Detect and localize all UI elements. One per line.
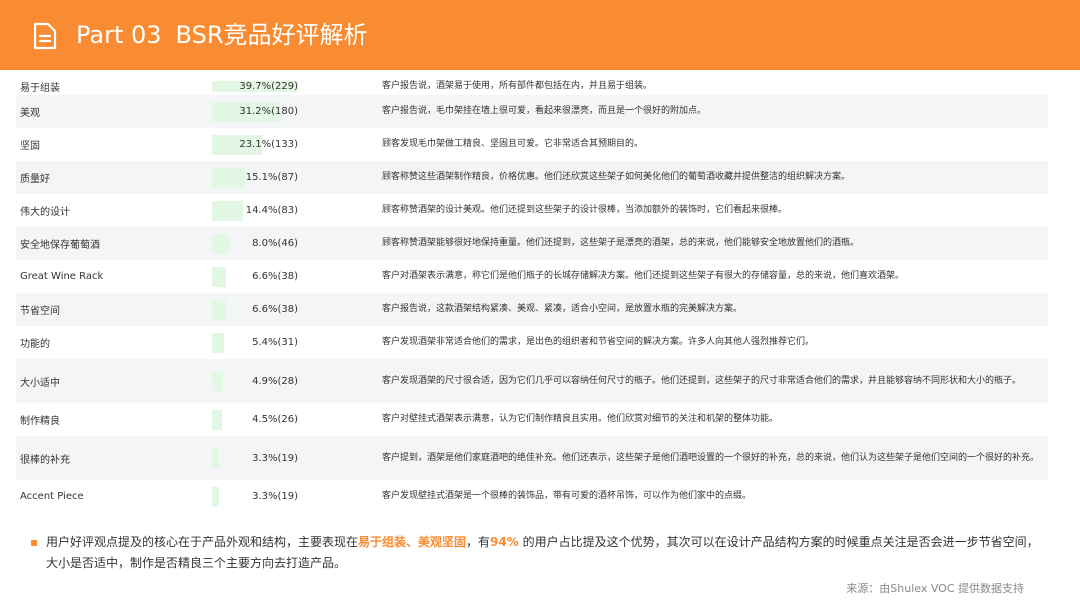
review-description: 顾客发现毛巾架做工精良、坚固且可爱。它非常适合其预期目的。 [382, 139, 644, 149]
feature-label: 伟大的设计 [20, 207, 70, 218]
table-row: Great Wine Rack 6.6%(38) 客户对酒架表示满意，称它们是他们瓶… [16, 260, 1048, 293]
feature-label: 坚固 [20, 141, 40, 152]
review-description: 客户报告说，酒架易于使用，所有部件都包括在内，并且易于组装。 [382, 81, 653, 91]
table-row: 美观 31.2%(180) 客户报告说，毛巾架挂在墙上很可爱，看起来很漂亮，而且是一… [16, 95, 1048, 128]
share-value: 6.6%(38) [252, 271, 298, 282]
header-bar: Part 03 BSR竞品好评解析 [0, 0, 1080, 70]
share-value: 15.1%(87) [245, 172, 298, 183]
table-row: 易于组装 39.7%(229) 客户报告说，酒架易于使用，所有部件都包括在内，并且易… [16, 78, 1048, 95]
summary-highlight-percent: 94% [490, 535, 519, 549]
share-value: 8.0%(46) [252, 238, 298, 249]
table-row: 伟大的设计 14.4%(83) 顾客称赞酒架的设计美观。他们还提到这些架子的设计很棒… [16, 194, 1048, 227]
feature-label: 质量好 [20, 174, 50, 185]
review-description: 顾客称赞酒架的设计美观。他们还提到这些架子的设计很棒，当添加额外的装饰时，它们看… [382, 205, 788, 215]
share-value: 39.7%(229) [239, 81, 298, 92]
part-label: Part 03 [76, 21, 162, 49]
table-row: 大小适中 4.9%(28) 客户发现酒架的尺寸很合适，因为它们几乎可以容纳任何尺寸的… [16, 359, 1048, 403]
feature-label: 功能的 [20, 339, 50, 350]
review-description: 客户提到，酒架是他们家庭酒吧的绝佳补充。他们还表示，这些架子是他们酒吧设置的一个… [382, 452, 1040, 463]
table-row: 节省空间 6.6%(38) 客户报告说，这款酒架结构紧凑、美观、紧凑，适合小空间，是… [16, 293, 1048, 326]
title-text: BSR竞品好评解析 [175, 21, 368, 49]
table-row: Accent Piece 3.3%(19) 客户发现壁挂式酒架是一个很棒的装饰品，带… [16, 480, 1048, 513]
share-value: 4.5%(26) [252, 414, 298, 425]
share-value: 23.1%(133) [239, 139, 298, 150]
summary-text: 用户好评观点提及的核心在于产品外观和结构，主要表现在易于组装、美观坚固，有94%… [46, 532, 1040, 574]
feature-label: Accent Piece [20, 491, 84, 502]
share-value: 14.4%(83) [245, 205, 298, 216]
table-row: 功能的 5.4%(31) 客户发现酒架非常适合他们的需求，是出色的组织者和节省空间的… [16, 326, 1048, 359]
share-value: 6.6%(38) [252, 304, 298, 315]
summary-paragraph: ▪ 用户好评观点提及的核心在于产品外观和结构，主要表现在易于组装、美观坚固，有9… [30, 532, 1040, 574]
feature-label: 美观 [20, 108, 40, 119]
table-row: 制作精良 4.5%(26) 客户对壁挂式酒架表示满意，认为它们制作精良且实用。他们欣… [16, 403, 1048, 436]
feature-label: 易于组装 [20, 83, 60, 94]
feature-label: Great Wine Rack [20, 271, 104, 282]
feature-label: 安全地保存葡萄酒 [20, 240, 100, 251]
review-description: 客户报告说，这款酒架结构紧凑、美观、紧凑，适合小空间，是放置水瓶的完美解决方案。 [382, 304, 743, 314]
share-value: 3.3%(19) [252, 452, 298, 464]
share-value: 4.9%(28) [252, 375, 298, 387]
review-description: 客户报告说，毛巾架挂在墙上很可爱，看起来很漂亮，而且是一个很好的附加点。 [382, 106, 707, 116]
feature-label: 很棒的补充 [20, 454, 70, 466]
source-note: 来源：由Shulex VOC 提供数据支持 [846, 582, 1024, 595]
feature-label: 节省空间 [20, 306, 60, 317]
review-description: 客户发现壁挂式酒架是一个很棒的装饰品，带有可爱的酒杯吊饰，可以作为他们家中的点缀… [382, 491, 752, 501]
table-row: 很棒的补充 3.3%(19) 客户提到，酒架是他们家庭酒吧的绝佳补充。他们还表示，这… [16, 436, 1048, 480]
review-description: 顾客称赞酒架能够很好地保持重量。他们还提到，这些架子是漂亮的酒架，总的来说，他们… [382, 238, 860, 248]
table-row: 安全地保存葡萄酒 8.0%(46) 顾客称赞酒架能够很好地保持重量。他们还提到，这些… [16, 227, 1048, 260]
table-row: 质量好 15.1%(87) 顾客称赞这些酒架制作精良，价格优惠。他们还欣赏这些架子如… [16, 161, 1048, 194]
share-value: 3.3%(19) [252, 491, 298, 502]
review-description: 客户发现酒架的尺寸很合适，因为它们几乎可以容纳任何尺寸的瓶子。他们还提到，这些架… [382, 375, 1022, 386]
share-value: 31.2%(180) [239, 106, 298, 117]
table-row: 坚固 23.1%(133) 顾客发现毛巾架做工精良、坚固且可爱。它非常适合其预期目的… [16, 128, 1048, 161]
review-description: 客户发现酒架非常适合他们的需求，是出色的组织者和节省空间的解决方案。许多人向其他… [382, 337, 815, 347]
summary-part-2: ，有 [466, 535, 491, 549]
feature-label: 大小适中 [20, 377, 60, 389]
review-description: 客户对酒架表示满意，称它们是他们瓶子的长城存储解决方案。他们还提到这些架子有很大… [382, 271, 905, 281]
summary-highlight-features: 易于组装、美观坚固 [358, 535, 467, 549]
page-title: Part 03 BSR竞品好评解析 [76, 19, 368, 51]
summary-part-1: 用户好评观点提及的核心在于产品外观和结构，主要表现在 [46, 535, 359, 549]
review-description: 客户对壁挂式酒架表示满意，认为它们制作精良且实用。他们欣赏对细节的关注和机架的整… [382, 414, 779, 424]
share-value: 5.4%(31) [252, 337, 298, 348]
review-description: 顾客称赞这些酒架制作精良，价格优惠。他们还欣赏这些架子如何美化他们的葡萄酒收藏并… [382, 172, 851, 182]
document-icon [33, 22, 57, 50]
bullet-icon: ▪ [30, 535, 39, 549]
feature-label: 制作精良 [20, 416, 60, 427]
